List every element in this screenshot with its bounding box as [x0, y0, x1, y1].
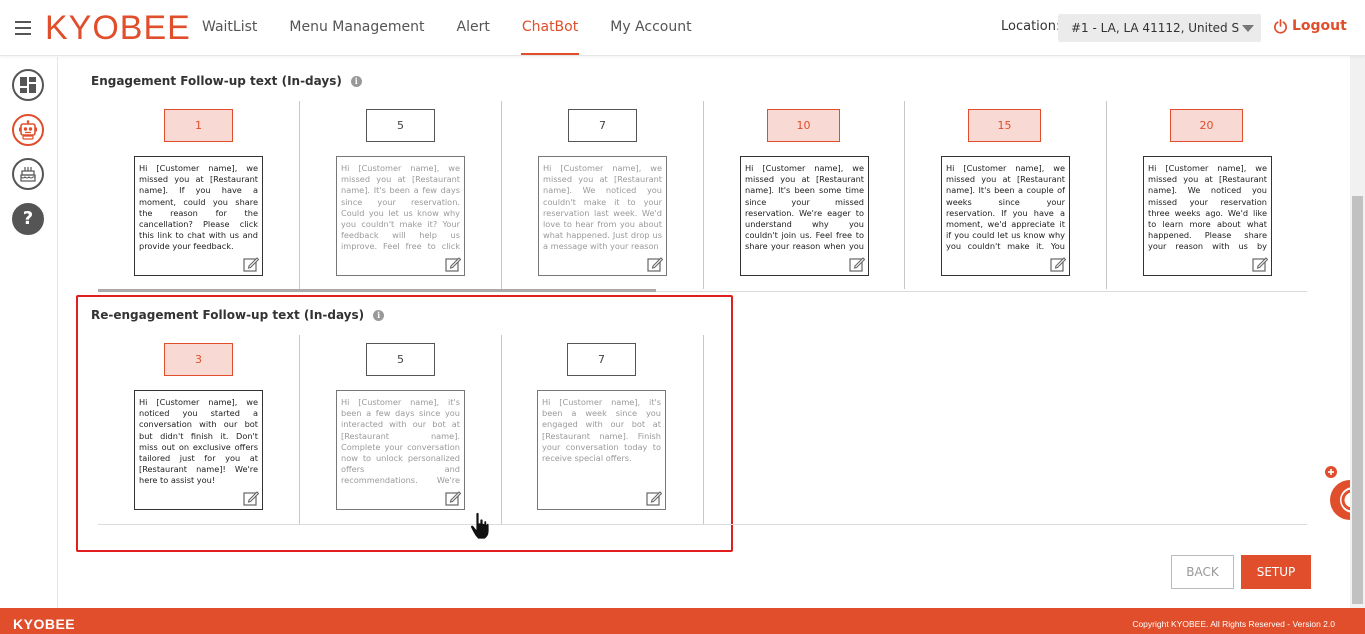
nav-chatbot[interactable]: ChatBot	[510, 0, 590, 56]
edit-icon[interactable]	[445, 490, 461, 506]
nav-alert[interactable]: Alert	[445, 0, 502, 56]
engagement-message-box[interactable]: Hi [Customer name], we missed you at [Re…	[538, 156, 667, 276]
reengagement-message-box[interactable]: Hi [Customer name], it's been a few days…	[336, 390, 465, 510]
engagement-day-input[interactable]: 20	[1170, 109, 1243, 142]
engagement-message-box[interactable]: Hi [Customer name], we missed you at [Re…	[1143, 156, 1272, 276]
edit-icon[interactable]	[849, 256, 865, 272]
engagement-message-text: Hi [Customer name], we missed you at [Re…	[745, 163, 864, 253]
nav-my-account[interactable]: My Account	[598, 0, 703, 56]
engagement-day-input[interactable]: 1	[164, 109, 233, 142]
reengagement-day-input[interactable]: 3	[164, 343, 233, 376]
engagement-message-box[interactable]: Hi [Customer name], we missed you at [Re…	[336, 156, 465, 276]
edit-icon[interactable]	[646, 490, 662, 506]
column-divider	[501, 101, 502, 289]
setup-button[interactable]: SETUP	[1241, 555, 1311, 589]
engagement-day-input[interactable]: 7	[568, 109, 637, 142]
reengagement-title-text: Re-engagement Follow-up text (In-days)	[91, 308, 365, 322]
reengagement-message-box[interactable]: Hi [Customer name], it's been a week sin…	[537, 390, 666, 510]
hand-cursor-icon	[470, 512, 490, 540]
horizontal-scroll-thumb[interactable]	[98, 289, 656, 292]
engagement-message-text: Hi [Customer name], we missed you at [Re…	[341, 163, 460, 253]
edit-icon[interactable]	[1252, 256, 1268, 272]
top-navbar: KYOBEE WaitList Menu Management Alert Ch…	[0, 0, 1365, 56]
vertical-scrollbar[interactable]	[1350, 56, 1365, 608]
engagement-day-input[interactable]: 10	[767, 109, 840, 142]
location-value: #1 - LA, LA 41112, United States	[1071, 21, 1239, 35]
location-label: Location:	[1001, 19, 1061, 34]
engagement-section-title: Engagement Follow-up text (In-days) i	[91, 74, 362, 88]
nav-waitlist[interactable]: WaitList	[190, 0, 269, 56]
engagement-message-box[interactable]: Hi [Customer name], we missed you at [Re…	[941, 156, 1070, 276]
edit-icon[interactable]	[647, 256, 663, 272]
robot-icon[interactable]	[12, 114, 44, 146]
footer-copyright: Copyright KYOBEE. All Rights Reserved - …	[1132, 619, 1335, 629]
column-divider	[703, 101, 704, 289]
chevron-down-icon	[1242, 25, 1254, 32]
edit-icon[interactable]	[243, 256, 259, 272]
logout-button[interactable]: Logout	[1273, 18, 1347, 34]
column-divider	[299, 101, 300, 289]
engagement-title-text: Engagement Follow-up text (In-days)	[91, 74, 342, 88]
nav-menu-management[interactable]: Menu Management	[277, 0, 436, 56]
edit-icon[interactable]	[445, 256, 461, 272]
engagement-message-text: Hi [Customer name], we missed you at [Re…	[946, 163, 1065, 253]
main-nav: WaitList Menu Management Alert ChatBot M…	[190, 0, 712, 56]
info-icon[interactable]: i	[373, 309, 385, 321]
engagement-message-text: Hi [Customer name], we missed you at [Re…	[139, 163, 258, 252]
scrollbar-thumb[interactable]	[1352, 196, 1363, 604]
kyobee-logo[interactable]: KYOBEE	[45, 8, 191, 48]
edit-icon[interactable]	[243, 490, 259, 506]
engagement-message-box[interactable]: Hi [Customer name], we missed you at [Re…	[740, 156, 869, 276]
row-divider	[98, 524, 1307, 525]
engagement-message-text: Hi [Customer name], we missed you at [Re…	[1148, 163, 1267, 253]
footer-logo: KYOBEE	[13, 616, 76, 632]
reengagement-day-input[interactable]: 7	[567, 343, 636, 376]
left-rail: ?	[0, 57, 58, 608]
reengagement-message-text: Hi [Customer name], it's been a week sin…	[542, 397, 661, 464]
reengagement-message-text: Hi [Customer name], it's been a few days…	[341, 397, 460, 487]
column-divider	[703, 335, 704, 524]
dashboard-icon[interactable]	[12, 69, 44, 101]
engagement-message-text: Hi [Customer name], we missed you at [Re…	[543, 163, 662, 252]
back-button[interactable]: BACK	[1171, 555, 1234, 589]
cake-icon[interactable]	[12, 158, 44, 190]
engagement-day-input[interactable]: 5	[366, 109, 435, 142]
power-icon	[1274, 18, 1287, 34]
footer: KYOBEE Copyright KYOBEE. All Rights Rese…	[0, 608, 1365, 634]
engagement-message-box[interactable]: Hi [Customer name], we missed you at [Re…	[134, 156, 263, 276]
info-icon[interactable]: i	[350, 75, 362, 87]
edit-icon[interactable]	[1050, 256, 1066, 272]
logout-label: Logout	[1292, 18, 1347, 34]
column-divider	[501, 335, 502, 524]
reengagement-day-input[interactable]: 5	[366, 343, 435, 376]
column-divider	[299, 335, 300, 524]
column-divider	[1106, 101, 1107, 289]
location-select[interactable]: #1 - LA, LA 41112, United States	[1058, 14, 1261, 42]
hamburger-menu-icon[interactable]	[15, 21, 31, 35]
engagement-day-input[interactable]: 15	[968, 109, 1041, 142]
reengagement-message-text: Hi [Customer name], we noticed you start…	[139, 397, 258, 486]
help-icon[interactable]: ?	[12, 203, 44, 235]
reengagement-message-box[interactable]: Hi [Customer name], we noticed you start…	[134, 390, 263, 510]
reengagement-section-title: Re-engagement Follow-up text (In-days) i	[91, 308, 385, 322]
column-divider	[904, 101, 905, 289]
